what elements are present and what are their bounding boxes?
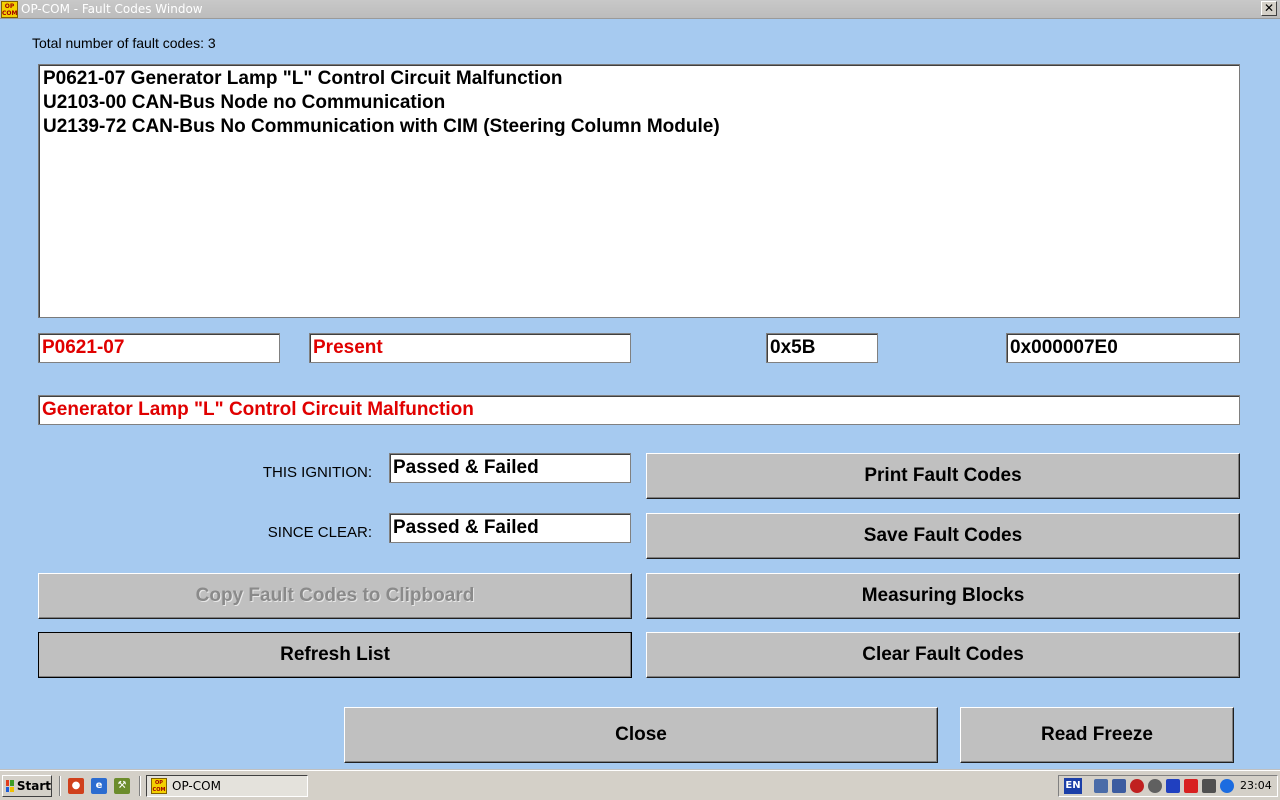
network-icon[interactable]: [1094, 779, 1108, 793]
window-title: OP-COM - Fault Codes Window: [21, 2, 203, 16]
clear-fault-codes-button[interactable]: Clear Fault Codes: [646, 632, 1240, 678]
taskbar: Start ● e ⚒ OP COM OP-COM EN 23:04: [0, 770, 1280, 800]
antivirus-icon[interactable]: [1184, 779, 1198, 793]
battery-icon[interactable]: [1166, 779, 1180, 793]
volume-icon[interactable]: [1148, 779, 1162, 793]
list-item[interactable]: P0621-07 Generator Lamp "L" Control Circ…: [43, 67, 1235, 91]
this-ignition-label: THIS IGNITION:: [262, 464, 372, 481]
start-button[interactable]: Start: [2, 775, 52, 797]
since-clear-field: Passed & Failed: [389, 513, 631, 543]
media-player-icon[interactable]: ●: [68, 778, 84, 794]
read-freeze-button[interactable]: Read Freeze: [960, 707, 1234, 763]
print-fault-codes-button[interactable]: Print Fault Codes: [646, 453, 1240, 499]
ecu-address-field: 0x000007E0: [1006, 333, 1240, 363]
clock[interactable]: 23:04: [1240, 779, 1272, 792]
shield-icon[interactable]: [1130, 779, 1144, 793]
fault-description-field: Generator Lamp "L" Control Circuit Malfu…: [38, 395, 1240, 425]
window-close-button[interactable]: ✕: [1261, 1, 1277, 16]
network-icon[interactable]: [1112, 779, 1126, 793]
total-fault-codes-label: Total number of fault codes: 3: [32, 35, 216, 51]
fault-code-field: P0621-07: [38, 333, 280, 363]
list-item[interactable]: U2103-00 CAN-Bus Node no Communication: [43, 91, 1235, 115]
language-indicator[interactable]: EN: [1064, 778, 1082, 794]
measuring-blocks-button[interactable]: Measuring Blocks: [646, 573, 1240, 619]
start-label: Start: [16, 779, 51, 793]
browser-icon[interactable]: e: [91, 778, 107, 794]
save-fault-codes-button[interactable]: Save Fault Codes: [646, 513, 1240, 559]
task-label: OP-COM: [172, 779, 221, 793]
quick-launch-separator: [59, 776, 61, 796]
fault-code-list[interactable]: P0621-07 Generator Lamp "L" Control Circ…: [38, 64, 1240, 318]
copy-to-clipboard-button[interactable]: Copy Fault Codes to Clipboard: [38, 573, 632, 619]
fault-state-field: Present: [309, 333, 631, 363]
app-icon[interactable]: OP COM: [1, 1, 18, 18]
title-bar: OP COM OP-COM - Fault Codes Window ✕: [0, 0, 1280, 19]
bluetooth-icon[interactable]: [1220, 779, 1234, 793]
refresh-list-button[interactable]: Refresh List: [38, 632, 632, 678]
this-ignition-field: Passed & Failed: [389, 453, 631, 483]
fault-byte-field: 0x5B: [766, 333, 878, 363]
app-icon: OP COM: [151, 778, 167, 794]
taskbar-item-op-com[interactable]: OP COM OP-COM: [146, 775, 308, 797]
display-icon[interactable]: [1202, 779, 1216, 793]
tools-icon[interactable]: ⚒: [114, 778, 130, 794]
windows-logo-icon: [6, 780, 14, 792]
list-item[interactable]: U2139-72 CAN-Bus No Communication with C…: [43, 115, 1235, 139]
quick-launch-separator: [139, 776, 141, 796]
since-clear-label: SINCE CLEAR:: [267, 524, 372, 541]
close-button[interactable]: Close: [344, 707, 938, 763]
